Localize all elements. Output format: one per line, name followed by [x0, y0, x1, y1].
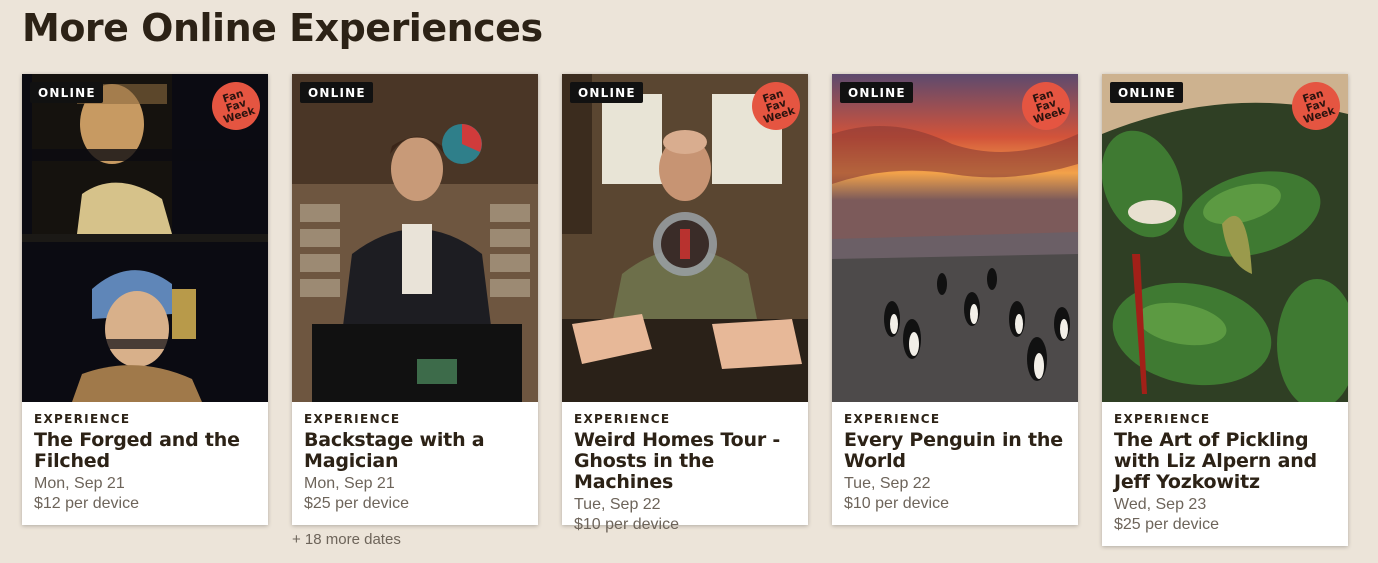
card-photo-penguins: ONLINE Fan Fav Week: [832, 74, 1078, 402]
more-dates-link[interactable]: + 18 more dates: [292, 531, 401, 548]
fan-fav-week-badge: Fan Fav Week: [1292, 82, 1340, 130]
card-date: Mon, Sep 21: [34, 475, 125, 492]
online-badge: ONLINE: [570, 82, 643, 103]
card-title[interactable]: Weird Homes Tour - Ghosts in the Machine…: [574, 430, 796, 493]
card-price: $10 per device: [574, 516, 679, 533]
experience-card-every-penguin[interactable]: ONLINE Fan Fav Week EXPERIENCE Every Pen…: [832, 74, 1078, 525]
card-date: Tue, Sep 22: [844, 475, 931, 492]
card-date: Tue, Sep 22: [574, 496, 661, 513]
card-kicker: EXPERIENCE: [844, 412, 941, 426]
card-kicker: EXPERIENCE: [304, 412, 401, 426]
card-kicker: EXPERIENCE: [574, 412, 671, 426]
card-photo-magician: ONLINE: [292, 74, 538, 402]
card-kicker: EXPERIENCE: [1114, 412, 1211, 426]
fan-fav-week-badge: Fan Fav Week: [1022, 82, 1070, 130]
card-title[interactable]: The Art of Pickling with Liz Alpern and …: [1114, 430, 1336, 493]
card-price: $12 per device: [34, 495, 139, 512]
card-photo-weird-homes: ONLINE Fan Fav Week: [562, 74, 808, 402]
card-kicker: EXPERIENCE: [34, 412, 131, 426]
card-photo-pickles: ONLINE Fan Fav Week: [1102, 74, 1348, 402]
fan-fav-week-badge: Fan Fav Week: [752, 82, 800, 130]
online-badge: ONLINE: [1110, 82, 1183, 103]
card-title[interactable]: The Forged and the Filched: [34, 430, 256, 472]
online-badge: ONLINE: [300, 82, 373, 103]
experience-cards: ONLINE Fan Fav Week EXPERIENCE The Forge…: [22, 74, 1362, 554]
experience-card-backstage-magician[interactable]: ONLINE EXPERIENCE Backstage with a Magic…: [292, 74, 538, 525]
experience-card-weird-homes[interactable]: ONLINE Fan Fav Week EXPERIENCE Weird Hom…: [562, 74, 808, 533]
card-title[interactable]: Every Penguin in the World: [844, 430, 1066, 472]
card-date: Wed, Sep 23: [1114, 496, 1207, 513]
card-title[interactable]: Backstage with a Magician: [304, 430, 526, 472]
card-photo-vermeer: ONLINE Fan Fav Week: [22, 74, 268, 402]
experience-card-forged-filched[interactable]: ONLINE Fan Fav Week EXPERIENCE The Forge…: [22, 74, 268, 525]
fan-fav-week-badge: Fan Fav Week: [212, 82, 260, 130]
experience-card-art-of-pickling[interactable]: ONLINE Fan Fav Week EXPERIENCE The Art o…: [1102, 74, 1348, 546]
card-date: Mon, Sep 21: [304, 475, 395, 492]
online-badge: ONLINE: [840, 82, 913, 103]
card-price: $25 per device: [304, 495, 409, 512]
section-title: More Online Experiences: [22, 6, 543, 50]
card-price: $10 per device: [844, 495, 949, 512]
online-badge: ONLINE: [30, 82, 103, 103]
card-price: $25 per device: [1114, 516, 1219, 533]
